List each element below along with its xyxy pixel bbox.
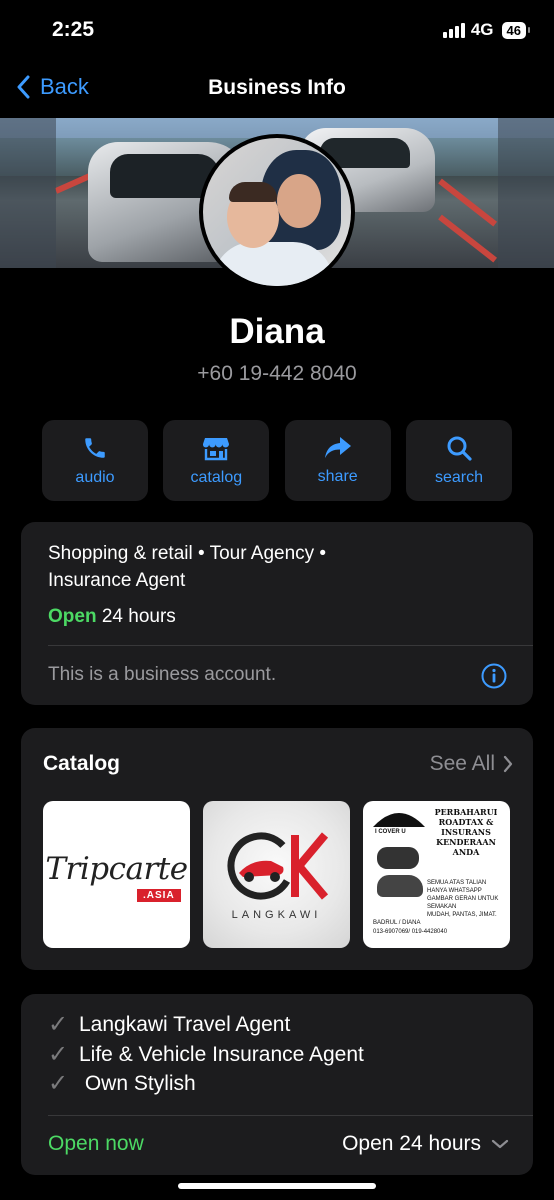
catalog-label: catalog bbox=[190, 468, 243, 486]
avatar[interactable] bbox=[199, 134, 355, 290]
description-line: ✓ Langkawi Travel Agent bbox=[48, 1011, 291, 1038]
catalog-item-ck-langkawi[interactable]: LANGKAWI bbox=[203, 801, 350, 948]
status-bar: 2:25 4G 46 bbox=[0, 0, 554, 60]
car-image bbox=[377, 875, 423, 897]
hours-text: 24 hours bbox=[101, 606, 176, 627]
flyer-contact-phone: 013-6907069/ 019-4428040 bbox=[373, 929, 448, 935]
business-description: ✓ Langkawi Travel Agent ✓ Life & Vehicle I… bbox=[48, 1010, 364, 1099]
page-title: Business Info bbox=[208, 76, 346, 99]
hours-dropdown-label: Open 24 hours bbox=[342, 1132, 481, 1155]
open-status: Open bbox=[48, 606, 97, 627]
signal-icon bbox=[442, 22, 465, 38]
check-icon: ✓ bbox=[48, 1040, 69, 1068]
search-label: search bbox=[434, 468, 483, 486]
description-line: ✓ Life & Vehicle Insurance Agent bbox=[48, 1040, 364, 1068]
nav-bar: Back Business Info bbox=[0, 64, 554, 114]
audio-label: audio bbox=[75, 468, 115, 486]
flyer-bullet: HANYA WHATSAPP GAMBAR GERAN UNTUK SEMAKA… bbox=[427, 888, 499, 910]
profile-photo bbox=[203, 138, 351, 286]
business-account-note: This is a business account. bbox=[48, 664, 277, 685]
categories-line: Insurance Agent bbox=[48, 570, 186, 591]
business-hours[interactable]: Open 24 hours bbox=[48, 606, 176, 628]
share-arrow-icon bbox=[324, 436, 351, 458]
tripcarte-badge: .ASIA bbox=[137, 889, 181, 902]
see-all-label: See All bbox=[429, 752, 495, 775]
catalog-item-tripcarte[interactable]: Tripcarte .ASIA bbox=[43, 801, 190, 948]
hours-dropdown[interactable]: Open 24 hours bbox=[342, 1132, 509, 1156]
flyer-bullets: SEMUA ATAS TALIAN HANYA WHATSAPP GAMBAR … bbox=[427, 879, 507, 919]
flyer-contact-name: BADRUL / DIANA bbox=[373, 920, 421, 926]
langkawi-text: LANGKAWI bbox=[231, 909, 322, 921]
network-type: 4G bbox=[470, 20, 494, 39]
business-info-card: Shopping & retail • Tour Agency • Insura… bbox=[21, 522, 533, 705]
flyer-footer: BADRUL / DIANA 013-6907069/ 019-4428040 bbox=[373, 919, 503, 937]
info-icon[interactable] bbox=[481, 663, 507, 689]
business-name: Diana bbox=[229, 312, 325, 351]
flyer-tag: I COVER U bbox=[375, 829, 406, 835]
storefront-icon bbox=[203, 437, 230, 460]
flyer-bullet: SEMUA ATAS TALIAN bbox=[427, 880, 487, 886]
status-indicators: 4G 46 bbox=[442, 20, 531, 40]
battery-icon: 46 bbox=[501, 21, 531, 39]
search-button[interactable]: search bbox=[405, 420, 512, 501]
catalog-item-roadtax-flyer[interactable]: I COVER U PERBAHARUI ROADTAX & INSURANS … bbox=[363, 801, 510, 948]
catalog-card: Catalog See All Tripcarte .ASIA LANGKAWI… bbox=[21, 728, 533, 970]
divider bbox=[48, 645, 533, 646]
see-all-button[interactable]: See All bbox=[430, 752, 513, 776]
phone-icon bbox=[85, 437, 105, 458]
chevron-right-icon bbox=[503, 755, 513, 773]
action-buttons: audio catalog share search bbox=[42, 420, 512, 501]
share-button[interactable]: share bbox=[284, 420, 391, 501]
motorcycle-image bbox=[377, 847, 419, 869]
chevron-down-icon bbox=[491, 1139, 509, 1149]
audio-call-button[interactable]: audio bbox=[42, 420, 148, 501]
tripcarte-logo: Tripcarte bbox=[45, 851, 188, 887]
check-icon: ✓ bbox=[48, 1070, 69, 1097]
categories-line: Shopping & retail • Tour Agency • bbox=[48, 543, 327, 564]
umbrella-icon bbox=[373, 813, 425, 827]
phone-number[interactable]: +60 19-442 8040 bbox=[0, 362, 554, 386]
search-icon bbox=[447, 436, 472, 461]
ck-logo bbox=[227, 832, 329, 900]
description-line: ✓ Own Stylish bbox=[48, 1070, 196, 1097]
open-now-status: Open now bbox=[48, 1132, 144, 1155]
catalog-title: Catalog bbox=[43, 752, 121, 775]
status-time: 2:25 bbox=[52, 18, 95, 41]
divider bbox=[48, 1115, 533, 1116]
home-indicator[interactable] bbox=[178, 1183, 376, 1189]
check-icon: ✓ bbox=[48, 1011, 69, 1038]
description-card: ✓ Langkawi Travel Agent ✓ Life & Vehicle I… bbox=[21, 994, 533, 1175]
catalog-button[interactable]: catalog bbox=[163, 420, 270, 501]
flyer-title: PERBAHARUI ROADTAX & INSURANS KENDERAAN … bbox=[434, 807, 498, 857]
share-label: share bbox=[317, 467, 358, 485]
business-categories: Shopping & retail • Tour Agency • Insura… bbox=[48, 540, 488, 594]
flyer-bullet: MUDAH, PANTAS, JIMAT. bbox=[427, 912, 497, 918]
